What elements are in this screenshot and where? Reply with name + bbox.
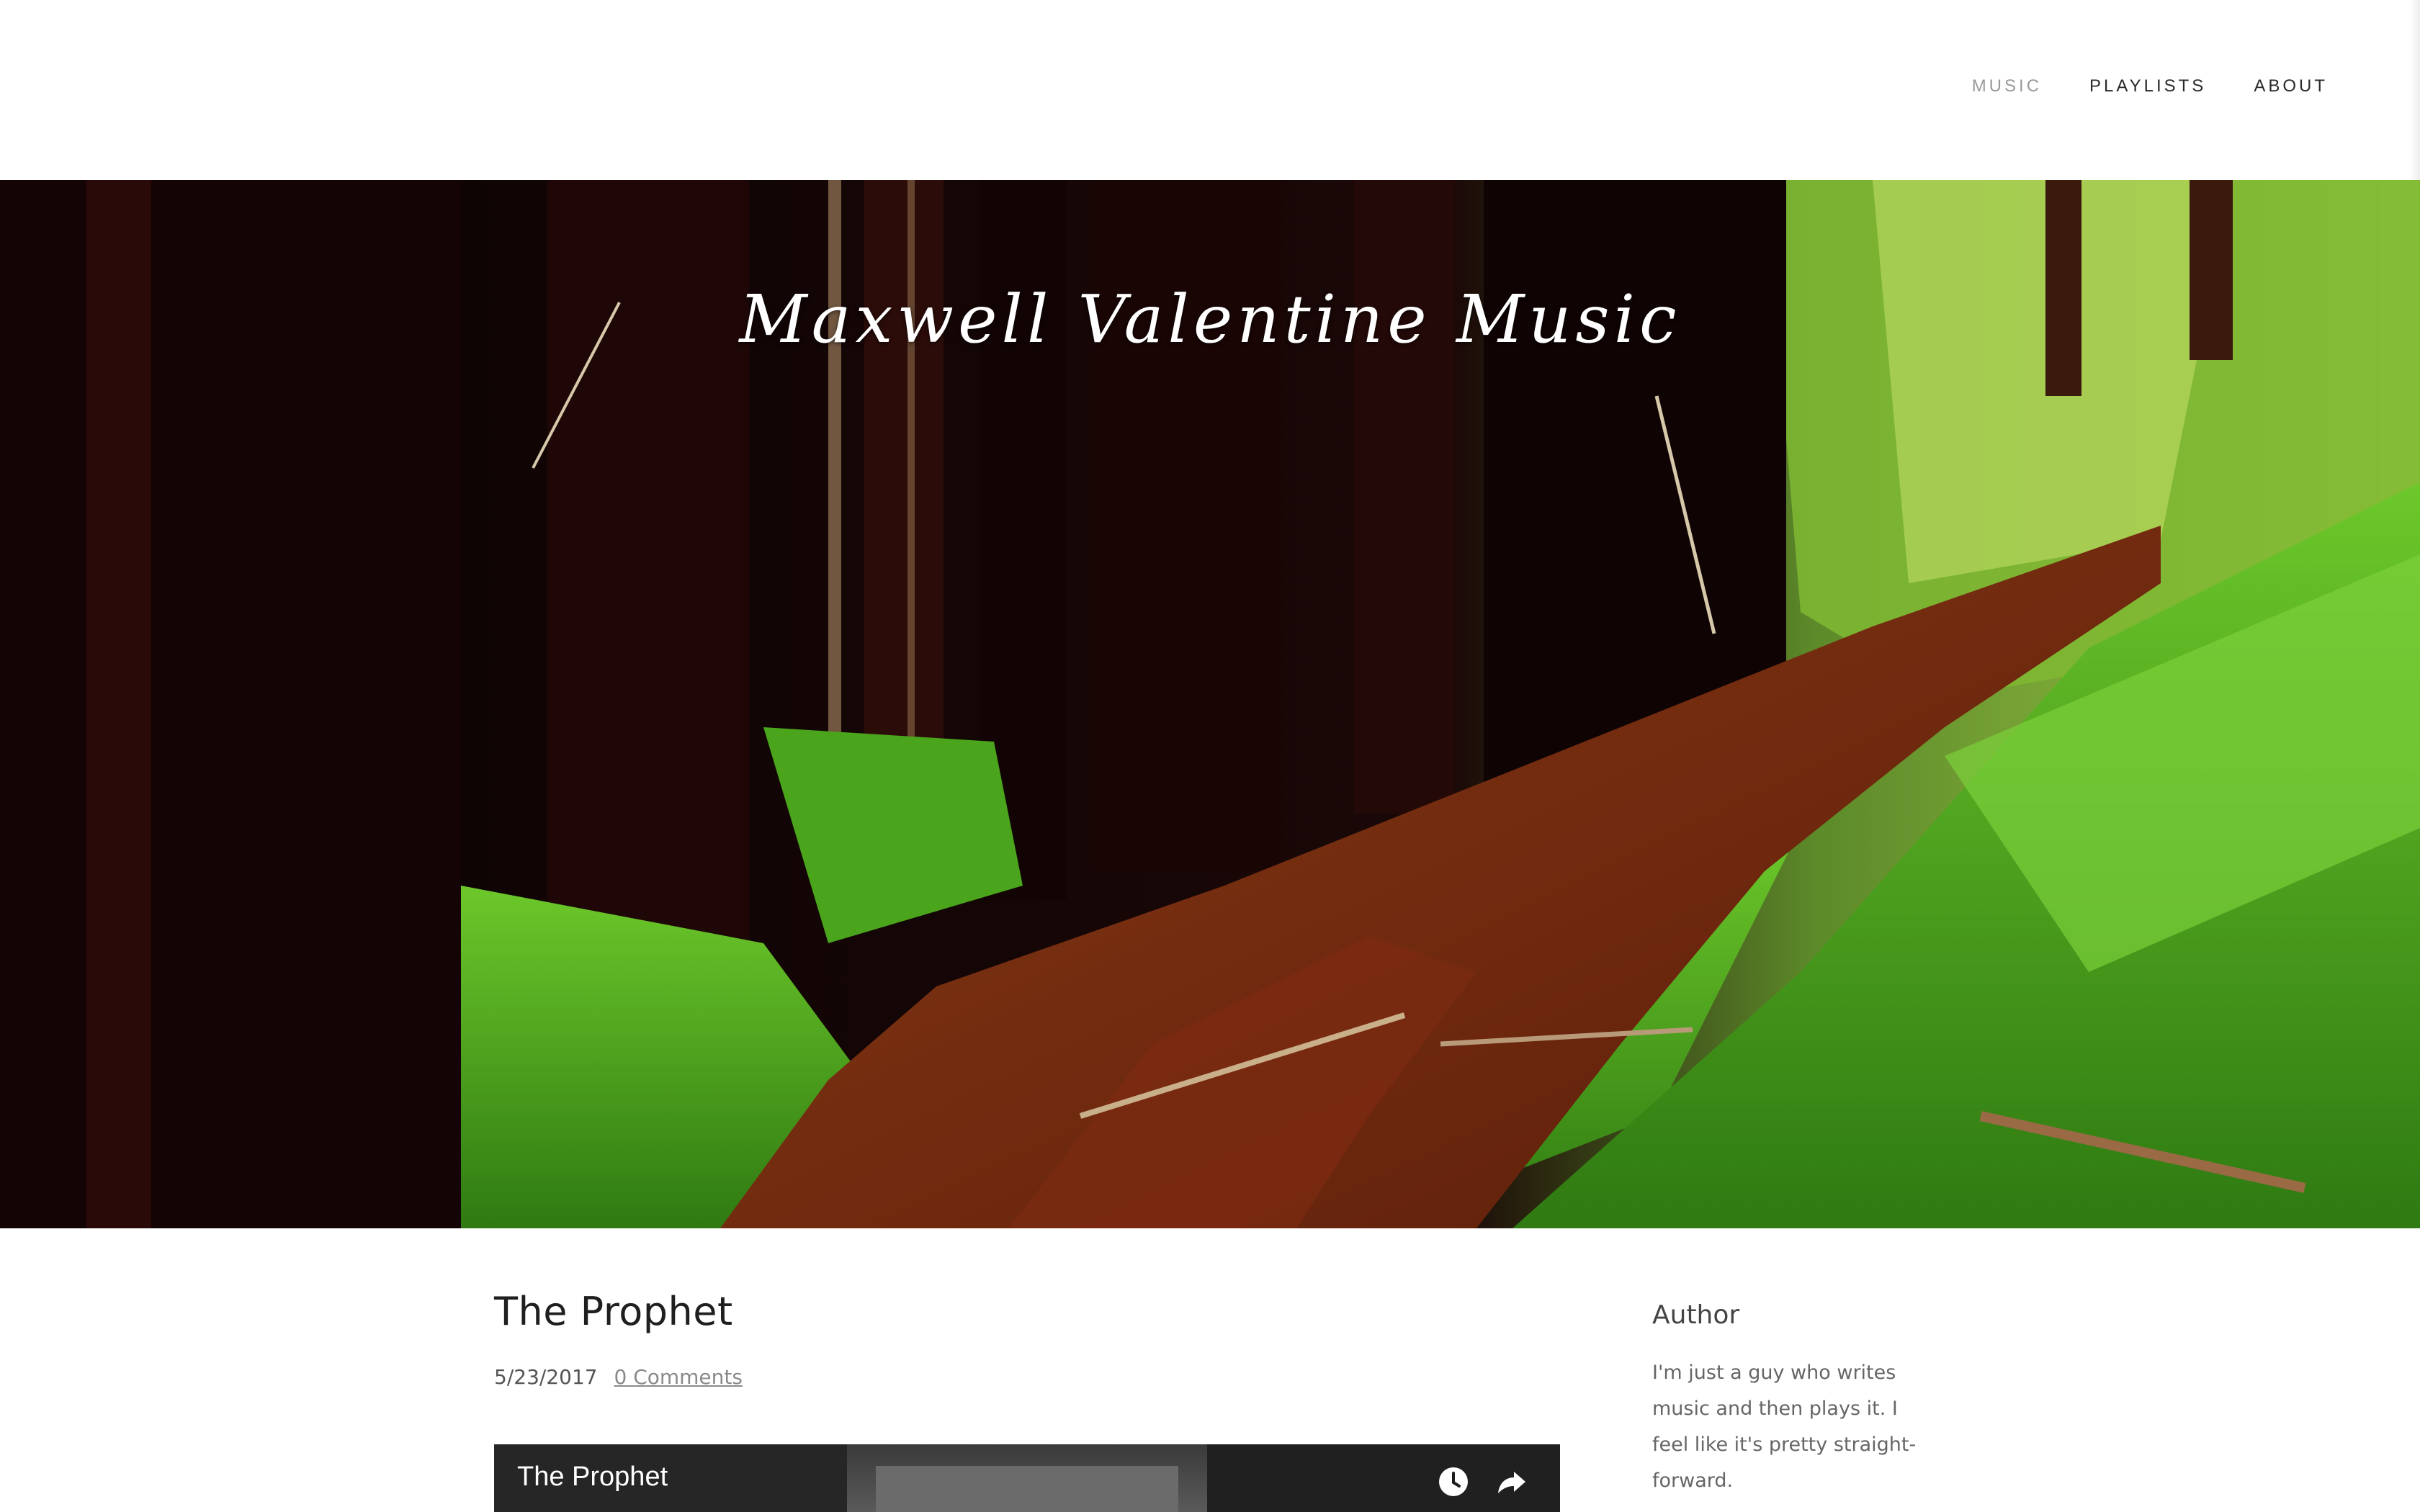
nav-item-about[interactable]: ABOUT: [2254, 76, 2328, 96]
video-embed[interactable]: The Prophet: [494, 1444, 1560, 1512]
video-title[interactable]: The Prophet: [517, 1462, 668, 1493]
scrollbar-edge: [2410, 0, 2420, 180]
author-bio-line: feel like it's pretty straight-: [1652, 1434, 1917, 1456]
site-header: MUSIC PLAYLISTS ABOUT: [0, 0, 2420, 180]
post-date: 5/23/2017: [494, 1365, 598, 1389]
site-title[interactable]: Maxwell Valentine Music: [0, 281, 2420, 358]
nav-item-playlists[interactable]: PLAYLISTS: [2089, 76, 2206, 96]
post-meta: 5/23/2017 0 Comments: [494, 1365, 743, 1389]
comments-link[interactable]: 0 Comments: [614, 1365, 743, 1389]
page: MUSIC PLAYLISTS ABOUT Maxwell Valentine …: [0, 0, 2420, 1512]
hero-banner: Maxwell Valentine Music: [0, 180, 2420, 1228]
share-icon[interactable]: [1495, 1466, 1527, 1498]
sidebar-heading: Author: [1652, 1300, 1740, 1330]
nav-item-music[interactable]: MUSIC: [1972, 76, 2042, 96]
main-nav: MUSIC PLAYLISTS ABOUT: [1972, 76, 2328, 96]
clock-icon[interactable]: [1438, 1466, 1469, 1498]
author-bio: I'm just a guy who writes music and then…: [1652, 1355, 1940, 1499]
author-bio-line: music and then plays it. I: [1652, 1398, 1898, 1420]
author-bio-line: I'm just a guy who writes: [1652, 1362, 1896, 1384]
post-title[interactable]: The Prophet: [494, 1289, 733, 1334]
video-thumbnail-center: [847, 1444, 1207, 1512]
author-bio-line: forward.: [1652, 1470, 1734, 1492]
